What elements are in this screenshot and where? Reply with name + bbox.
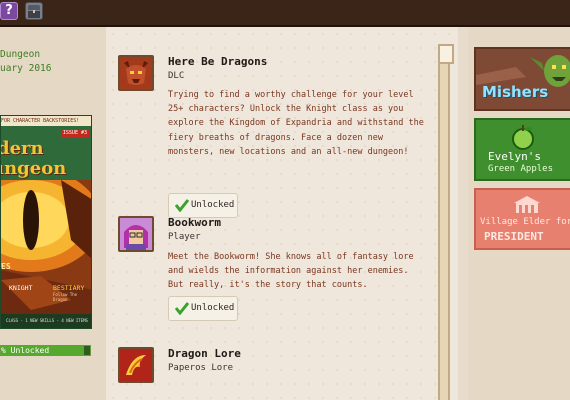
town-hall-icon: [514, 196, 540, 213]
entry-type: Paperos Lore: [168, 363, 234, 373]
top-toolbar: ?: [0, 0, 570, 27]
scrollbar-thumb[interactable]: [438, 44, 454, 64]
unlocked-label: Unlocked: [191, 303, 235, 313]
magazine-title-line1: dern: [0, 138, 44, 159]
list-item: Bookworm Player Meet the Bookworm! She k…: [118, 216, 428, 346]
unlock-progress-bar: % Unlocked: [0, 345, 91, 356]
inventory-button[interactable]: [25, 2, 43, 20]
issue-title: Dungeon: [0, 49, 41, 60]
entry-type: DLC: [168, 71, 185, 81]
entry-description: Meet the Bookworm! She knows all of fant…: [168, 252, 414, 291]
magazine-tagline: FOR CHARACTER BACKSTORIES!: [1, 116, 91, 126]
evelyn-apples-ad[interactable]: Evelyn's Green Apples: [474, 118, 570, 181]
unlocked-label: Unlocked: [191, 200, 235, 210]
checkmark-icon: [175, 199, 189, 212]
entry-description: Trying to find a worthy challenge for yo…: [168, 90, 424, 157]
magazine-es-text: ES: [1, 262, 11, 271]
magazine-bestiary-text: BESTIARY: [53, 284, 85, 292]
list-scrollbar[interactable]: [438, 44, 454, 400]
village-elder-ad[interactable]: Village Elder for PRESIDENT: [474, 188, 570, 250]
dragon-head-icon: [118, 55, 154, 91]
right-sidebar: Mishers Evelyn's Green Apples Village El…: [468, 27, 570, 400]
unlocked-button[interactable]: Unlocked: [168, 296, 238, 321]
magazine-footer: CLASS - 1 NEW SKILLS - 4 NEW ITEMS: [1, 314, 91, 328]
unlocked-button[interactable]: Unlocked: [168, 193, 238, 218]
mishers-ad[interactable]: Mishers: [474, 47, 570, 111]
bookworm-portrait-icon: [118, 216, 154, 252]
entry-title: Here Be Dragons: [168, 55, 268, 68]
elder-line1: Village Elder for: [480, 217, 570, 227]
issue-date: uary 2016: [0, 63, 52, 74]
elder-line2: PRESIDENT: [484, 230, 544, 243]
entry-title: Bookworm: [168, 216, 221, 229]
entry-title: Dragon Lore: [168, 347, 241, 360]
evelyn-subtitle: Green Apples: [488, 164, 554, 174]
help-button[interactable]: ?: [0, 2, 18, 20]
dlc-list-panel: Here Be Dragons DLC Trying to find a wor…: [106, 27, 458, 400]
mishers-logo: Mishers: [482, 83, 549, 101]
list-item: Here Be Dragons DLC Trying to find a wor…: [118, 55, 428, 225]
list-item: Dragon Lore Paperos Lore: [118, 347, 428, 400]
question-mark-icon: ?: [5, 3, 13, 18]
entry-type: Player: [168, 232, 201, 242]
evelyn-name: Evelyn's: [488, 150, 541, 163]
magazine-issue-badge: ISSUE #3: [60, 129, 89, 138]
apple-icon: [512, 125, 534, 150]
left-sidebar: Dungeon uary 2016 FOR CHARACTER BACKSTOR…: [0, 27, 106, 400]
goblin-icon: [476, 55, 570, 87]
progress-label: % Unlocked: [1, 346, 50, 355]
magazine-bestiary-sub: Follow The Dragon: [53, 292, 78, 302]
dragon-lore-icon: [118, 347, 154, 383]
checkmark-icon: [175, 302, 189, 315]
magazine-title-line2: ungeon: [1, 158, 67, 179]
magazine-cover[interactable]: FOR CHARACTER BACKSTORIES! ISSUE #3 dern…: [0, 115, 92, 329]
magazine-knight-text: KNIGHT: [9, 284, 33, 292]
dragon-eye-art: [1, 180, 91, 328]
